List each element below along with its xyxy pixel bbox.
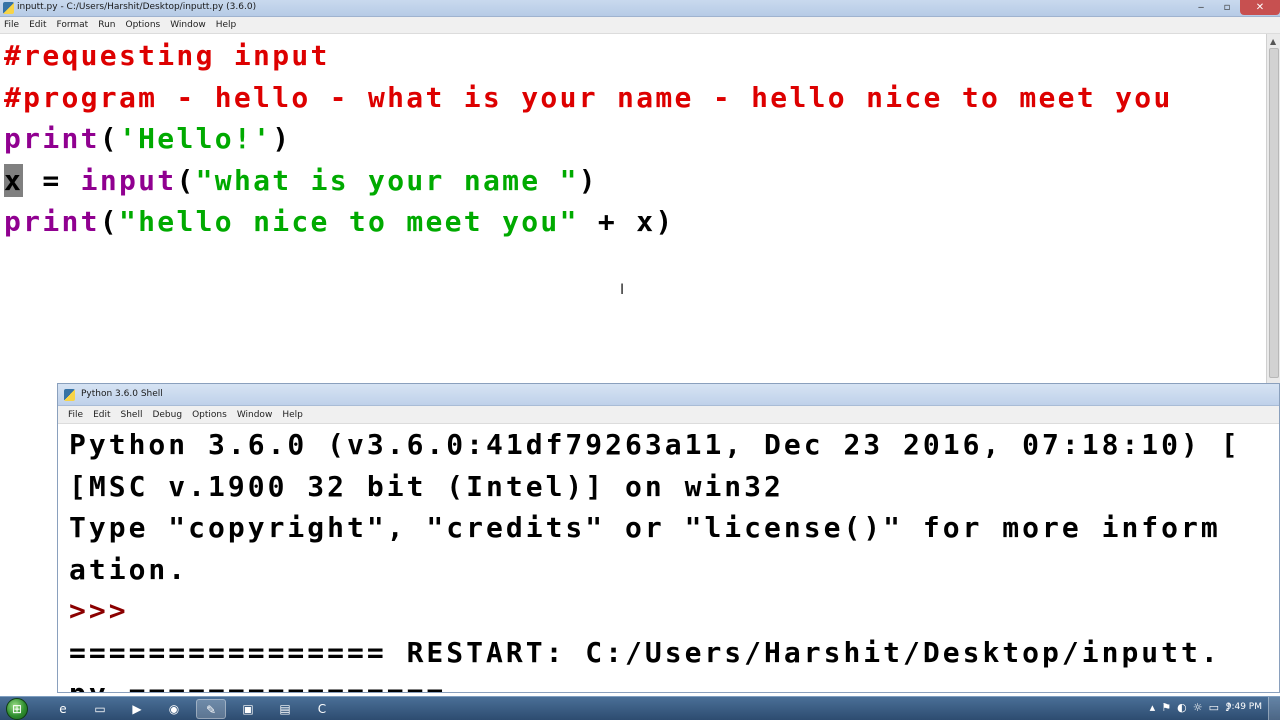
code-token: ( — [176, 163, 196, 197]
shell-line: py ================ — [69, 673, 446, 692]
editor-menu-file[interactable]: File — [4, 20, 19, 30]
text-cursor-icon: I — [620, 282, 625, 298]
action-center-flag-icon[interactable]: ⚑ — [1161, 701, 1171, 717]
editor-menu-format[interactable]: Format — [57, 20, 89, 30]
code-line: print("hello nice to meet you" + x) — [4, 201, 675, 243]
code-token: "what is your name " — [195, 163, 579, 197]
shell-window-title: Python 3.6.0 Shell — [81, 389, 163, 399]
shell-line: Type "copyright", "credits" or "license(… — [69, 511, 1221, 544]
chrome-icon[interactable]: ◉ — [159, 699, 189, 719]
code-token: #requesting input — [4, 39, 330, 72]
editor-window-title: inputt.py - C:/Users/Harshit/Desktop/inp… — [17, 2, 257, 12]
code-token: ( — [99, 205, 119, 238]
python-file-icon — [3, 2, 14, 14]
python-idle-icon[interactable]: ✎ — [196, 699, 226, 719]
code-token: #program - hello - what is your name - h… — [4, 80, 1173, 114]
code-line: print('Hello!') — [4, 118, 291, 160]
code-token: 'Hello!' — [118, 122, 273, 155]
code-token: input — [80, 163, 177, 197]
shell-prompt: >>> — [69, 594, 149, 627]
code-token: = — [23, 163, 81, 197]
internet-explorer-icon[interactable]: e — [48, 699, 78, 719]
shell-line: ================ RESTART: C:/Users/Harsh… — [69, 635, 1221, 669]
scrollbar-thumb[interactable] — [1269, 48, 1279, 378]
maximize-button[interactable]: ▫ — [1214, 0, 1240, 15]
code-token: "hello nice to meet you" — [118, 205, 579, 238]
show-hidden-icons-icon[interactable]: ▴ — [1150, 701, 1156, 717]
shell-menu-shell[interactable]: Shell — [121, 410, 143, 420]
clock[interactable]: 9:49 PM — [1226, 702, 1262, 712]
shell-menu-bar: File Edit Shell Debug Options Window Help — [58, 406, 1279, 424]
taskbar: ⊞ e ▭ ▶ ◉ ✎ ▣ ▤ C ▴ ⚑ ◐ ☼ ▭ ♪ 9:49 PM — [0, 696, 1280, 720]
python-shell-icon — [64, 389, 75, 401]
code-token: print — [4, 122, 100, 155]
shell-menu-help[interactable]: Help — [282, 410, 303, 420]
editor-menu-edit[interactable]: Edit — [29, 20, 46, 30]
system-tray: ▴ ⚑ ◐ ☼ ▭ ♪ — [1150, 701, 1232, 717]
code-line: #requesting input — [4, 35, 330, 77]
folder-icon[interactable]: ▭ — [85, 699, 115, 719]
media-player-icon[interactable]: ▶ — [122, 699, 152, 719]
minimize-button[interactable]: ‒ — [1188, 0, 1214, 15]
shell-line: Python 3.6.0 (v3.6.0:41df79263a11, Dec 2… — [69, 428, 1241, 461]
start-button[interactable]: ⊞ — [6, 698, 28, 720]
scroll-up-icon[interactable]: ▲ — [1270, 37, 1276, 46]
editor-window-controls: ‒ ▫ ✕ — [1188, 0, 1280, 15]
control-panel-icon[interactable]: ▣ — [233, 699, 263, 719]
shell-menu-edit[interactable]: Edit — [93, 410, 110, 420]
shell-menu-debug[interactable]: Debug — [152, 410, 182, 420]
show-desktop-button[interactable] — [1268, 697, 1280, 720]
shell-output[interactable]: Python 3.6.0 (v3.6.0:41df79263a11, Dec 2… — [58, 424, 1279, 692]
shell-line: ation. — [69, 552, 189, 586]
code-token: ) — [272, 122, 292, 155]
update-icon[interactable]: ◐ — [1177, 701, 1187, 717]
selected-token: x — [4, 163, 24, 197]
network-icon[interactable]: ▭ — [1209, 701, 1219, 717]
code-token: ( — [99, 122, 119, 155]
brightness-icon[interactable]: ☼ — [1193, 701, 1203, 717]
shell-menu-window[interactable]: Window — [237, 410, 273, 420]
editor-menu-run[interactable]: Run — [98, 20, 115, 30]
code-token: + x) — [578, 205, 675, 238]
shell-title-bar[interactable]: Python 3.6.0 Shell — [58, 384, 1279, 406]
python-shell-window: Python 3.6.0 Shell File Edit Shell Debug Opt… — [57, 383, 1280, 693]
code-token: ) — [578, 163, 598, 197]
editor-title-bar[interactable]: inputt.py - C:/Users/Harshit/Desktop/inp… — [0, 0, 1280, 17]
notepad-icon[interactable]: ▤ — [270, 699, 300, 719]
editor-menu-help[interactable]: Help — [216, 20, 237, 30]
code-line: #program - hello - what is your name - h… — [4, 77, 1173, 119]
editor-menu-options[interactable]: Options — [125, 20, 160, 30]
code-token: print — [4, 205, 100, 238]
editor-menu-bar: File Edit Format Run Options Window Help — [0, 17, 1280, 34]
editor-menu-window[interactable]: Window — [170, 20, 206, 30]
shell-menu-options[interactable]: Options — [192, 410, 227, 420]
ccleaner-icon[interactable]: C — [307, 699, 337, 719]
close-button[interactable]: ✕ — [1240, 0, 1280, 15]
code-line: x = input("what is your name ") — [4, 160, 598, 202]
shell-menu-file[interactable]: File — [68, 410, 83, 420]
shell-line: [MSC v.1900 32 bit (Intel)] on win32 — [69, 469, 784, 503]
